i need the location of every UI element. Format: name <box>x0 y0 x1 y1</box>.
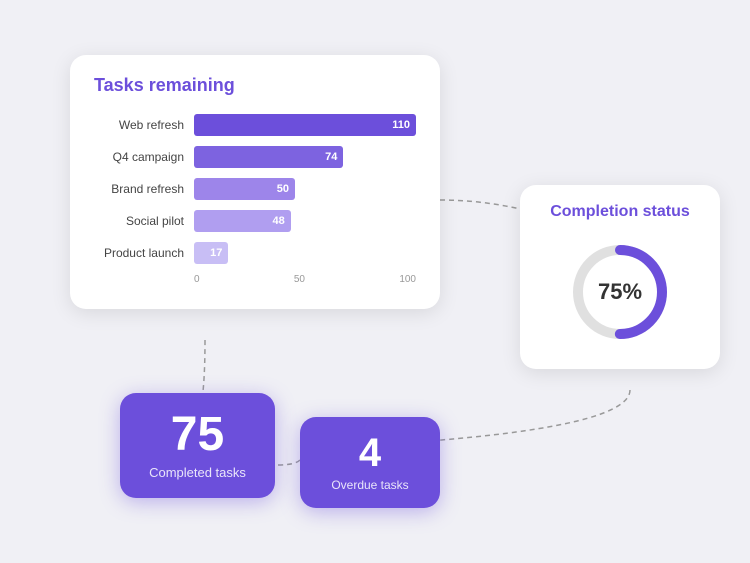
axis-label: 0 <box>194 274 200 285</box>
completed-tasks-card: 75 Completed tasks <box>120 393 275 498</box>
bar-axis: 0 50 100 <box>194 274 416 285</box>
completed-tasks-number: 75 <box>171 411 224 459</box>
bar-row: Product launch 17 <box>94 242 416 264</box>
bar-row: Q4 campaign 74 <box>94 146 416 168</box>
bar-value: 74 <box>325 151 337 163</box>
bar-label: Q4 campaign <box>94 150 194 164</box>
donut-chart: 75% <box>565 237 675 347</box>
bar-value: 17 <box>210 247 222 259</box>
bar-outer: 74 <box>194 146 416 168</box>
bar-fill: 17 <box>194 242 228 264</box>
bar-chart: Web refresh 110 Q4 campaign 74 Brand refresh… <box>94 114 416 264</box>
tasks-card-title: Tasks remaining <box>94 75 416 96</box>
bar-value: 48 <box>273 215 285 227</box>
completed-tasks-label: Completed tasks <box>149 465 246 480</box>
bar-value: 110 <box>392 119 410 131</box>
bar-outer: 50 <box>194 178 416 200</box>
bar-fill: 110 <box>194 114 416 136</box>
tasks-remaining-card: Tasks remaining Web refresh 110 Q4 campaig… <box>70 55 440 309</box>
bar-label: Social pilot <box>94 214 194 228</box>
bar-row: Brand refresh 50 <box>94 178 416 200</box>
overdue-tasks-label: Overdue tasks <box>331 478 408 492</box>
axis-label: 50 <box>294 274 305 285</box>
overdue-tasks-card: 4 Overdue tasks <box>300 417 440 508</box>
bar-row: Web refresh 110 <box>94 114 416 136</box>
bar-label: Web refresh <box>94 118 194 132</box>
overdue-tasks-number: 4 <box>359 433 381 473</box>
bar-row: Social pilot 48 <box>94 210 416 232</box>
completion-card-title: Completion status <box>550 203 690 221</box>
bar-outer: 110 <box>194 114 416 136</box>
dashboard-canvas: Tasks remaining Web refresh 110 Q4 campaig… <box>0 0 750 563</box>
donut-percent-label: 75% <box>598 279 642 305</box>
axis-label: 100 <box>399 274 416 285</box>
bar-fill: 50 <box>194 178 295 200</box>
bar-outer: 48 <box>194 210 416 232</box>
bar-label: Product launch <box>94 246 194 260</box>
completion-status-card: Completion status 75% <box>520 185 720 369</box>
bar-fill: 48 <box>194 210 291 232</box>
bar-value: 50 <box>277 183 289 195</box>
bar-fill: 74 <box>194 146 343 168</box>
bar-label: Brand refresh <box>94 182 194 196</box>
bar-outer: 17 <box>194 242 416 264</box>
